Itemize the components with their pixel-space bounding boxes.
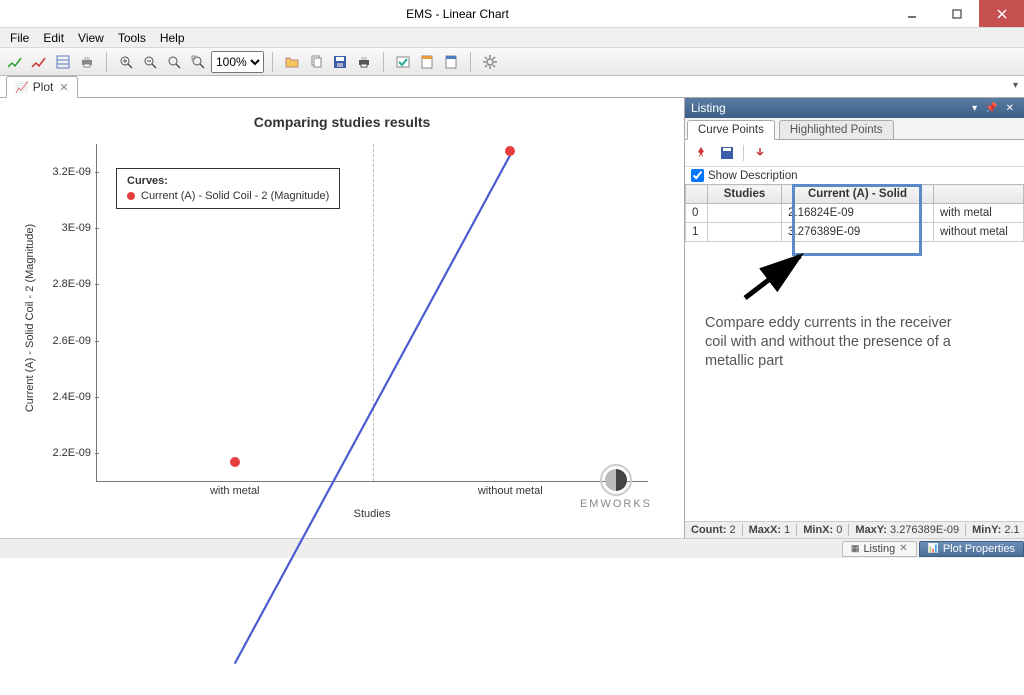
open-folder-icon[interactable] bbox=[281, 51, 303, 73]
show-description-label: Show Description bbox=[708, 170, 797, 182]
y-tick-label: 3.2E-09 bbox=[52, 166, 91, 178]
y-tick-label: 2.4E-09 bbox=[52, 391, 91, 403]
listing-table: Studies Current (A) - Solid 0 2.16824E-0… bbox=[685, 184, 1024, 242]
document-tab-label: Plot bbox=[33, 80, 54, 94]
cell-idx: 0 bbox=[686, 204, 708, 223]
print2-icon[interactable] bbox=[353, 51, 375, 73]
annotation-arrow-icon bbox=[735, 248, 815, 308]
menu-tools[interactable]: Tools bbox=[112, 29, 152, 47]
menu-view[interactable]: View bbox=[72, 29, 110, 47]
col-header-studies[interactable]: Studies bbox=[708, 185, 782, 204]
chart-legend: Curves: Current (A) - Solid Coil - 2 (Ma… bbox=[116, 168, 340, 209]
chart-line-icon: 📈 bbox=[15, 81, 29, 94]
grid-icon[interactable] bbox=[52, 51, 74, 73]
y-tick-label: 2.6E-09 bbox=[52, 335, 91, 347]
chart-red-icon[interactable] bbox=[28, 51, 50, 73]
panel-dropdown-icon[interactable]: ▾ bbox=[968, 103, 981, 114]
tab-overflow-icon[interactable]: ▾ bbox=[1013, 80, 1018, 91]
chart-pane: Comparing studies results Current (A) - … bbox=[0, 98, 684, 538]
cell-value: 2.16824E-09 bbox=[782, 204, 934, 223]
listing-panel-title: Listing bbox=[691, 101, 726, 115]
copy-icon[interactable] bbox=[305, 51, 327, 73]
chart-title: Comparing studies results bbox=[16, 114, 668, 130]
legend-title: Curves: bbox=[127, 175, 329, 187]
arrow-down-icon[interactable] bbox=[750, 144, 770, 162]
brand-label: EMWORKS bbox=[580, 498, 652, 510]
panel-pin-icon[interactable]: 📌 bbox=[981, 103, 1001, 114]
table-row[interactable]: 0 2.16824E-09 with metal bbox=[686, 204, 1024, 223]
toolbar: 100% bbox=[0, 48, 1024, 76]
zoom-out-icon[interactable] bbox=[139, 51, 161, 73]
y-tick-label: 2.2E-09 bbox=[52, 447, 91, 459]
table-row[interactable]: 1 3.276389E-09 without metal bbox=[686, 223, 1024, 242]
status-bar: ▦ Listing ✕ 📊 Plot Properties bbox=[0, 538, 1024, 558]
window-title: EMS - Linear Chart bbox=[26, 7, 889, 21]
x-tick-label: without metal bbox=[478, 485, 543, 497]
data-point[interactable] bbox=[230, 457, 240, 467]
menu-help[interactable]: Help bbox=[154, 29, 191, 47]
menu-bar: File Edit View Tools Help bbox=[0, 28, 1024, 48]
bottom-tab-listing[interactable]: ▦ Listing ✕ bbox=[842, 541, 917, 557]
maximize-button[interactable] bbox=[934, 0, 979, 27]
cell-desc: with metal bbox=[934, 204, 1024, 223]
bottom-tab-plot-properties[interactable]: 📊 Plot Properties bbox=[919, 541, 1024, 557]
listing-panel: Listing ▾ 📌 ✕ Curve Points Highlighted P… bbox=[684, 98, 1024, 538]
page-orange-icon[interactable] bbox=[416, 51, 438, 73]
zoom-in-icon[interactable] bbox=[115, 51, 137, 73]
settings-gear-icon[interactable] bbox=[479, 51, 501, 73]
zoom-select[interactable]: 100% bbox=[211, 51, 264, 73]
col-header-current[interactable]: Current (A) - Solid bbox=[782, 185, 934, 204]
document-tab-strip: 📈 Plot ✕ ▾ bbox=[0, 76, 1024, 98]
brand-watermark: EMWORKS bbox=[580, 464, 652, 510]
data-point[interactable] bbox=[505, 146, 515, 156]
listing-panel-header[interactable]: Listing ▾ 📌 ✕ bbox=[685, 98, 1024, 118]
emworks-logo-icon bbox=[600, 464, 632, 496]
y-tick-label: 3E-09 bbox=[62, 222, 91, 234]
minimize-button[interactable] bbox=[889, 0, 934, 27]
x-axis-title: Studies bbox=[96, 508, 648, 520]
page-blue-icon[interactable] bbox=[440, 51, 462, 73]
x-tick-label: with metal bbox=[210, 485, 260, 497]
legend-marker-icon bbox=[127, 192, 135, 200]
menu-file[interactable]: File bbox=[4, 29, 35, 47]
save-listing-icon[interactable] bbox=[717, 144, 737, 162]
cell-value: 3.276389E-09 bbox=[782, 223, 934, 242]
tab-highlighted-points[interactable]: Highlighted Points bbox=[779, 120, 894, 140]
tab-close-icon[interactable]: ✕ bbox=[59, 81, 68, 94]
zoom-fit-icon[interactable] bbox=[187, 51, 209, 73]
check-icon[interactable] bbox=[392, 51, 414, 73]
new-chart-icon[interactable] bbox=[4, 51, 26, 73]
close-button[interactable] bbox=[979, 0, 1024, 27]
print-icon[interactable] bbox=[76, 51, 98, 73]
menu-edit[interactable]: Edit bbox=[37, 29, 70, 47]
title-bar: EMS - Linear Chart bbox=[0, 0, 1024, 28]
pin-red-icon[interactable] bbox=[691, 144, 711, 162]
legend-item-label: Current (A) - Solid Coil - 2 (Magnitude) bbox=[141, 190, 329, 202]
close-icon[interactable]: ✕ bbox=[899, 543, 907, 554]
cell-desc: without metal bbox=[934, 223, 1024, 242]
zoom-region-icon[interactable] bbox=[163, 51, 185, 73]
annotation-text: Compare eddy currents in the receiver co… bbox=[705, 314, 965, 371]
panel-close-icon[interactable]: ✕ bbox=[1002, 103, 1018, 114]
tab-curve-points[interactable]: Curve Points bbox=[687, 120, 775, 140]
y-axis-title: Current (A) - Solid Coil - 2 (Magnitude) bbox=[24, 224, 36, 412]
show-description-checkbox[interactable] bbox=[691, 169, 704, 182]
document-tab-plot[interactable]: 📈 Plot ✕ bbox=[6, 76, 78, 98]
save-icon[interactable] bbox=[329, 51, 351, 73]
y-tick-label: 2.8E-09 bbox=[52, 278, 91, 290]
cell-idx: 1 bbox=[686, 223, 708, 242]
